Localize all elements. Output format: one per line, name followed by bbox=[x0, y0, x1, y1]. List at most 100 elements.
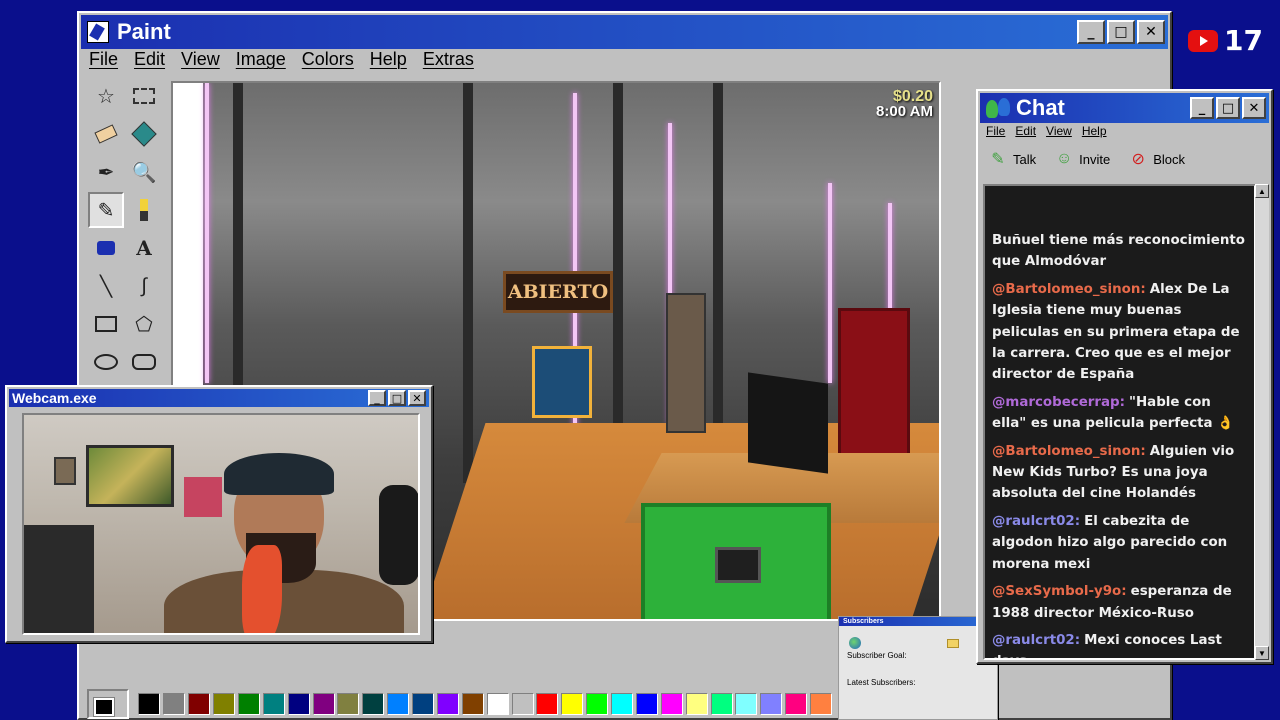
text-icon[interactable]: A bbox=[126, 230, 162, 266]
palette-swatch[interactable] bbox=[611, 693, 634, 715]
palette-swatch[interactable] bbox=[312, 693, 335, 715]
cash-drawer bbox=[641, 503, 831, 619]
menu-colors[interactable]: Colors bbox=[302, 49, 354, 70]
chat-username[interactable]: @raulcrt02: bbox=[992, 514, 1080, 529]
palette-swatch[interactable] bbox=[337, 693, 360, 715]
chat-title: Chat bbox=[1016, 95, 1065, 120]
subscriber-goal-label: Subscriber Goal: bbox=[847, 651, 907, 660]
scroll-up-icon[interactable]: ▲ bbox=[1255, 184, 1269, 198]
block-button[interactable]: ⊘ Block bbox=[1128, 149, 1186, 169]
chat-message: @Bartolomeo_sinon: Alex De La Iglesia tie… bbox=[992, 279, 1248, 386]
subscribers-titlebar: Subscribers bbox=[839, 617, 997, 626]
palette-swatch[interactable] bbox=[213, 693, 236, 715]
chat-log[interactable]: Buñuel tiene más reconocimiento que Almo… bbox=[983, 184, 1256, 660]
scroll-down-icon[interactable]: ▼ bbox=[1255, 646, 1269, 660]
palette-swatch[interactable] bbox=[710, 693, 733, 715]
folder-icon bbox=[947, 639, 959, 648]
chat-username[interactable]: @SexSymbol-y9o: bbox=[992, 584, 1127, 599]
palette-swatch[interactable] bbox=[412, 693, 435, 715]
palette-swatch[interactable] bbox=[785, 693, 808, 715]
palette-swatch[interactable] bbox=[188, 693, 211, 715]
menu-help[interactable]: Help bbox=[370, 49, 407, 70]
palette-swatch[interactable] bbox=[486, 693, 509, 715]
game-hud: $0.20 8:00 AM bbox=[876, 89, 933, 120]
palette-swatch[interactable] bbox=[461, 693, 484, 715]
maximize-button[interactable]: □ bbox=[1216, 97, 1240, 119]
store-poster bbox=[532, 346, 592, 418]
chat-username[interactable]: @marcobecerrap: bbox=[992, 395, 1125, 410]
chat-titlebar[interactable]: Chat _ □ ✕ bbox=[980, 93, 1269, 123]
palette-swatch[interactable] bbox=[685, 693, 708, 715]
current-colors[interactable] bbox=[87, 689, 129, 719]
invite-button[interactable]: ☺ Invite bbox=[1054, 149, 1110, 169]
palette-swatch[interactable] bbox=[735, 693, 758, 715]
chat-username[interactable]: @Bartolomeo_sinon: bbox=[992, 282, 1146, 297]
ellipse-icon[interactable] bbox=[88, 344, 124, 380]
palette-swatch[interactable] bbox=[586, 693, 609, 715]
minimize-button[interactable]: _ bbox=[1190, 97, 1214, 119]
palette-swatch[interactable] bbox=[511, 693, 534, 715]
free-select-icon[interactable]: ☆ bbox=[88, 78, 124, 114]
palette-swatch[interactable] bbox=[362, 693, 385, 715]
palette-swatch[interactable] bbox=[810, 693, 833, 715]
pencil-icon[interactable]: ✎ bbox=[88, 192, 124, 228]
palette-swatch[interactable] bbox=[138, 693, 161, 715]
chat-menu-help[interactable]: Help bbox=[1082, 124, 1107, 138]
rect-select-icon[interactable] bbox=[126, 78, 162, 114]
chat-menu-file[interactable]: File bbox=[986, 124, 1005, 138]
talk-icon: ✎ bbox=[991, 151, 1005, 168]
menu-view[interactable]: View bbox=[181, 49, 220, 70]
chat-message: @marcobecerrap: "Hable con ella" es una p… bbox=[992, 392, 1248, 435]
menu-extras[interactable]: Extras bbox=[423, 49, 474, 70]
youtube-subscriber-badge: 17 bbox=[1188, 24, 1263, 57]
eraser-icon[interactable] bbox=[88, 116, 124, 152]
invite-icon: ☺ bbox=[1055, 150, 1073, 167]
maximize-button[interactable]: □ bbox=[388, 390, 406, 406]
talk-label: Talk bbox=[1013, 151, 1037, 167]
chat-menu-view[interactable]: View bbox=[1046, 124, 1072, 138]
chat-scrollbar[interactable]: ▲ ▼ bbox=[1255, 184, 1269, 660]
fill-icon[interactable] bbox=[126, 116, 162, 152]
palette-swatch[interactable] bbox=[287, 693, 310, 715]
rectangle-icon[interactable] bbox=[88, 306, 124, 342]
menu-edit[interactable]: Edit bbox=[134, 49, 165, 70]
menu-file[interactable]: File bbox=[89, 49, 118, 70]
latest-subscribers-label: Latest Subscribers: bbox=[847, 678, 916, 687]
close-button[interactable]: ✕ bbox=[1242, 97, 1266, 119]
webcam-titlebar[interactable]: Webcam.exe _ □ ✕ bbox=[9, 389, 429, 407]
palette-swatch[interactable] bbox=[387, 693, 410, 715]
brush-icon[interactable] bbox=[126, 192, 162, 228]
palette-swatch[interactable] bbox=[760, 693, 783, 715]
menu-image[interactable]: Image bbox=[236, 49, 286, 70]
polygon-icon[interactable]: ⬠ bbox=[126, 306, 162, 342]
minimize-button[interactable]: _ bbox=[368, 390, 386, 406]
paint-titlebar[interactable]: Paint _ □ ✕ bbox=[81, 15, 1168, 49]
curve-icon[interactable]: ∫ bbox=[126, 268, 162, 304]
line-icon[interactable]: ╲ bbox=[88, 268, 124, 304]
palette-swatch[interactable] bbox=[635, 693, 658, 715]
webcam-feed bbox=[22, 413, 420, 635]
close-button[interactable]: ✕ bbox=[1137, 20, 1165, 44]
palette-swatch[interactable] bbox=[536, 693, 559, 715]
paint-menubar: File Edit View Image Colors Help Extras bbox=[89, 49, 474, 70]
chat-username[interactable]: @Bartolomeo_sinon: bbox=[992, 444, 1146, 459]
palette-swatch[interactable] bbox=[561, 693, 584, 715]
palette-swatch[interactable] bbox=[237, 693, 260, 715]
magnifier-icon[interactable]: 🔍 bbox=[126, 154, 162, 190]
chair bbox=[24, 525, 94, 633]
chat-menu-edit[interactable]: Edit bbox=[1015, 124, 1036, 138]
store-rack bbox=[666, 293, 706, 433]
palette-swatch[interactable] bbox=[436, 693, 459, 715]
talk-button[interactable]: ✎ Talk bbox=[988, 149, 1036, 169]
palette-swatch[interactable] bbox=[262, 693, 285, 715]
rounded-rectangle-icon[interactable] bbox=[126, 344, 162, 380]
palette-swatch[interactable] bbox=[660, 693, 683, 715]
palette-swatch[interactable] bbox=[163, 693, 186, 715]
close-button[interactable]: ✕ bbox=[408, 390, 426, 406]
paint-app-icon bbox=[87, 21, 109, 43]
color-picker-icon[interactable]: ✒ bbox=[88, 154, 124, 190]
maximize-button[interactable]: □ bbox=[1107, 20, 1135, 44]
minimize-button[interactable]: _ bbox=[1077, 20, 1105, 44]
airbrush-icon[interactable] bbox=[88, 230, 124, 266]
chat-username[interactable]: @raulcrt02: bbox=[992, 633, 1080, 648]
